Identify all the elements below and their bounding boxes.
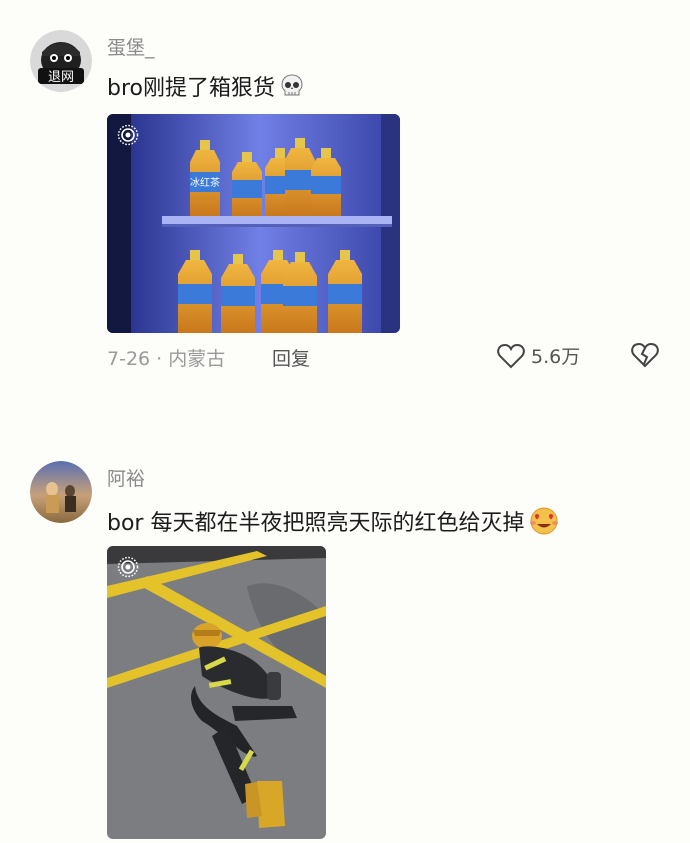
- heart-eyes-emoji-icon: [528, 506, 560, 542]
- avatar[interactable]: [30, 461, 92, 523]
- avatar-image: [30, 461, 92, 523]
- comment-photo[interactable]: [107, 546, 326, 839]
- comment-text-content: bor 每天都在半夜把照亮天际的红色给灭掉: [107, 511, 525, 536]
- firefighter-photo-image: [107, 546, 326, 839]
- live-photo-icon: [117, 556, 139, 578]
- comment-text: bor 每天都在半夜把照亮天际的红色给灭掉: [107, 505, 560, 542]
- comment-item: 阿裕 bor 每天都在半夜把照亮天际的红色给灭掉: [0, 0, 690, 843]
- username[interactable]: 阿裕: [107, 464, 145, 491]
